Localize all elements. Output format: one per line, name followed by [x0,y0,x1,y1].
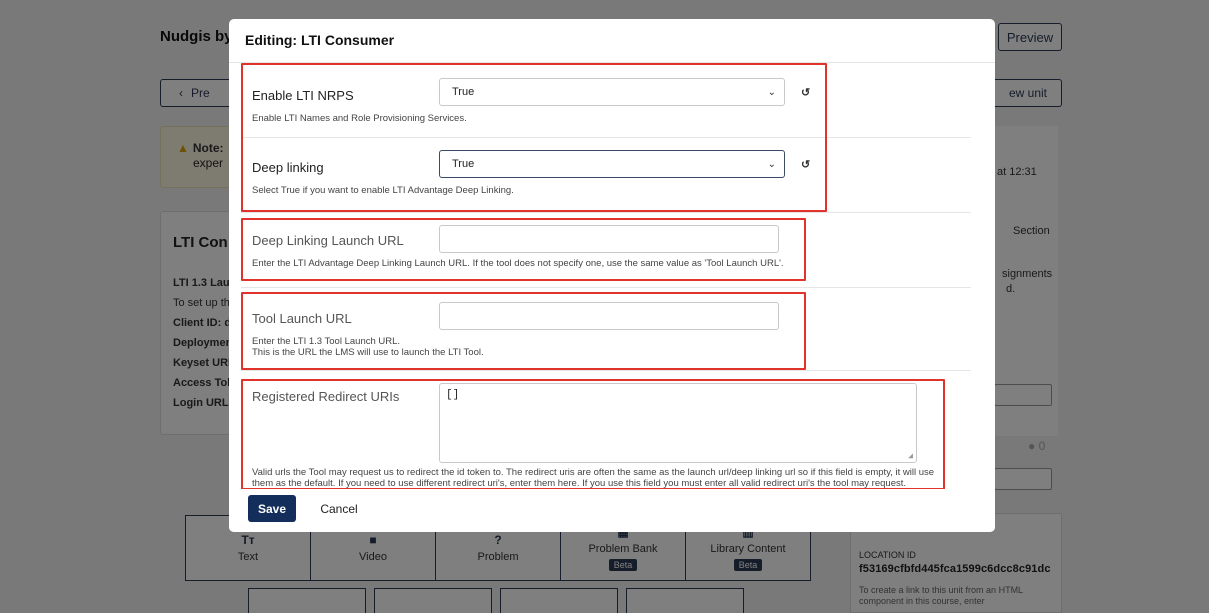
modal-title: Editing: LTI Consumer [245,32,395,48]
redirect-uris-value: [] [446,389,460,401]
deep-linking-url-help: Enter the LTI Advantage Deep Linking Lau… [252,258,784,269]
deep-linking-label: Deep linking [252,160,324,175]
deep-linking-select[interactable]: True ⌄ [439,150,785,178]
save-button[interactable]: Save [248,495,296,522]
reset-icon[interactable]: ↺ [801,158,810,171]
tool-launch-url-input[interactable] [439,302,779,330]
nrps-help: Enable LTI Names and Role Provisioning S… [252,113,467,124]
tool-launch-url-help: This is the URL the LMS will use to laun… [252,347,484,358]
resize-handle-icon[interactable]: ◢ [908,451,913,461]
nrps-select[interactable]: True ⌄ [439,78,785,106]
redirect-uris-label: Registered Redirect URIs [252,389,400,404]
deep-linking-url-input[interactable] [439,225,779,253]
chevron-down-icon: ⌄ [767,87,776,98]
field-enable-lti-nrps: Enable LTI NRPS True ⌄ ↺ Enable LTI Name… [241,63,971,138]
nrps-select-value: True [452,86,475,98]
deep-linking-help: Select True if you want to enable LTI Ad… [252,185,514,196]
field-deep-linking-launch-url: Deep Linking Launch URL Enter the LTI Ad… [241,213,971,288]
modal-footer: Save Cancel [229,489,995,532]
edit-modal: Editing: LTI Consumer Enable LTI NRPS Tr… [229,19,995,532]
redirect-uris-help: them as the default. If you need to use … [252,478,907,489]
reset-icon[interactable]: ↺ [801,86,810,99]
field-registered-redirect-uris: Registered Redirect URIs [] ◢ Valid urls… [241,371,971,489]
redirect-uris-textarea[interactable]: [] ◢ [439,383,917,463]
field-deep-linking: Deep linking True ⌄ ↺ Select True if you… [241,138,971,213]
deep-linking-url-label: Deep Linking Launch URL [252,233,404,248]
tool-launch-url-label: Tool Launch URL [252,311,352,326]
field-tool-launch-url: Tool Launch URL Enter the LTI 1.3 Tool L… [241,288,971,371]
modal-body: Enable LTI NRPS True ⌄ ↺ Enable LTI Name… [229,62,995,489]
nrps-label: Enable LTI NRPS [252,88,354,103]
deep-linking-select-value: True [452,158,475,170]
cancel-button[interactable]: Cancel [309,495,369,522]
chevron-down-icon: ⌄ [767,159,776,170]
